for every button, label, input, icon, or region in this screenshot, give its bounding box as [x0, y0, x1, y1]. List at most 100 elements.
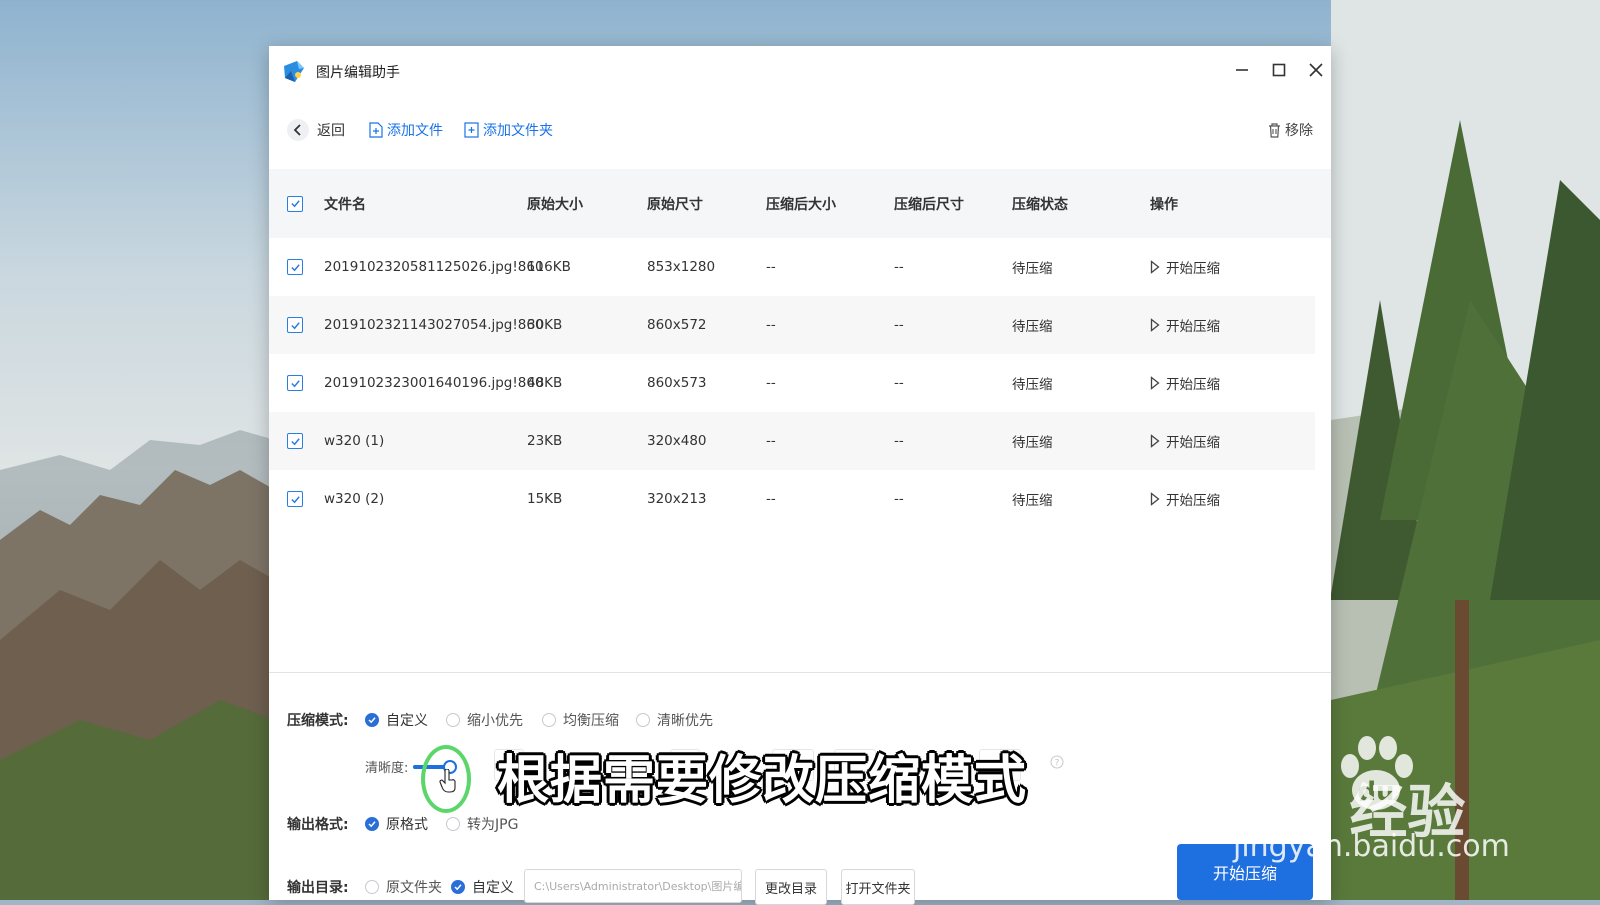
- original-size: 23KB: [527, 433, 563, 449]
- remove-button[interactable]: 移除: [1268, 112, 1313, 148]
- play-icon: [1150, 376, 1160, 390]
- file-name: 20191023211430270​54.jpg!860: [324, 317, 544, 333]
- maximize-icon: [1272, 63, 1286, 77]
- minimize-button[interactable]: [1230, 58, 1254, 82]
- action-label: 开始压缩: [1166, 261, 1220, 277]
- add-file-button[interactable]: 添加文件: [369, 112, 443, 148]
- file-name: 20191023205811250​26.jpg!860: [324, 259, 544, 275]
- mode-option-balanced[interactable]: 均衡压缩: [542, 710, 619, 730]
- start-compress-link[interactable]: 开始压缩: [1150, 412, 1220, 470]
- compressed-dim: --: [894, 491, 904, 507]
- original-dim: 320x213: [647, 491, 707, 507]
- original-size: 30KB: [527, 317, 563, 333]
- close-button[interactable]: [1304, 58, 1328, 82]
- hand-cursor-icon: [439, 769, 456, 793]
- compressed-size: --: [766, 259, 776, 275]
- table-row[interactable]: 20191023211430270​54.jpg!860 30KB 860x57…: [269, 296, 1315, 354]
- header-original-size: 原始大小: [527, 196, 583, 213]
- table-row[interactable]: 20191023205811250​26.jpg!860 116KB 853x1…: [269, 238, 1315, 296]
- header-original-dim: 原始尺寸: [647, 196, 703, 213]
- radio-unchecked-icon: [365, 880, 379, 894]
- start-compress-link[interactable]: 开始压缩: [1150, 470, 1220, 528]
- row-checkbox[interactable]: [287, 470, 303, 528]
- format-option-original[interactable]: 原格式: [365, 814, 428, 834]
- clarity-label: 清晰度:: [365, 761, 409, 776]
- format-option-jpg[interactable]: 转为JPG: [446, 814, 518, 834]
- action-label: 开始压缩: [1166, 319, 1220, 335]
- dir-option-custom[interactable]: 自定义: [451, 877, 514, 897]
- app-logo-icon: [284, 61, 304, 82]
- mode-option-clarity-first[interactable]: 清晰优先: [636, 710, 713, 730]
- dir-option-label: 自定义: [472, 880, 514, 896]
- table-row[interactable]: w320 (2) 15KB 320x213 -- -- 待压缩 开始压缩: [269, 470, 1315, 528]
- header-compressed-size: 压缩后大小: [766, 196, 836, 213]
- radio-unchecked-icon: [636, 713, 650, 727]
- start-compress-link[interactable]: 开始压缩: [1150, 354, 1220, 412]
- add-folder-label: 添加文件夹: [483, 123, 553, 139]
- dir-option-source[interactable]: 原文件夹: [365, 877, 442, 897]
- radio-unchecked-icon: [446, 713, 460, 727]
- checkbox-checked-icon: [287, 375, 303, 391]
- checkbox-checked-icon: [287, 491, 303, 507]
- table-row[interactable]: 20191023230016401​96.jpg!860 48KB 860x57…: [269, 354, 1315, 412]
- compressed-dim: --: [894, 259, 904, 275]
- row-checkbox[interactable]: [287, 412, 303, 470]
- status: 待压缩: [1012, 493, 1053, 509]
- status: 待压缩: [1012, 377, 1053, 393]
- add-file-icon: [369, 122, 383, 138]
- action-label: 开始压缩: [1166, 493, 1220, 509]
- start-compress-link[interactable]: 开始压缩: [1150, 238, 1220, 296]
- play-icon: [1150, 434, 1160, 448]
- compressed-size: --: [766, 433, 776, 449]
- radio-unchecked-icon: [542, 713, 556, 727]
- compressed-dim: --: [894, 433, 904, 449]
- maximize-button[interactable]: [1267, 58, 1291, 82]
- original-size: 116KB: [527, 259, 571, 275]
- compressed-size: --: [766, 317, 776, 333]
- remove-label: 移除: [1285, 123, 1313, 139]
- row-checkbox[interactable]: [287, 238, 303, 296]
- chevron-left-icon: [287, 119, 309, 141]
- row-checkbox[interactable]: [287, 354, 303, 412]
- format-option-label: 原格式: [386, 817, 428, 833]
- mode-option-label: 清晰优先: [657, 713, 713, 729]
- dir-option-label: 原文件夹: [386, 880, 442, 896]
- mode-option-label: 自定义: [386, 713, 428, 729]
- mode-option-label: 缩小优先: [467, 713, 523, 729]
- mode-option-small-first[interactable]: 缩小优先: [446, 710, 523, 730]
- checkbox-checked-icon: [287, 259, 303, 275]
- output-path-field[interactable]: C:\Users\Administrator\Desktop\图片编辑: [524, 869, 742, 903]
- play-icon: [1150, 318, 1160, 332]
- original-dim: 860x573: [647, 375, 707, 391]
- radio-unchecked-icon: [446, 817, 460, 831]
- compressed-size: --: [766, 375, 776, 391]
- checkbox-checked-icon: [287, 317, 303, 333]
- header-action: 操作: [1150, 196, 1178, 213]
- compressed-dim: --: [894, 375, 904, 391]
- status: 待压缩: [1012, 435, 1053, 451]
- help-icon[interactable]: ?: [1050, 755, 1064, 769]
- format-option-label: 转为JPG: [467, 817, 519, 833]
- checkbox-checked-icon: [287, 195, 303, 212]
- add-folder-icon: [464, 122, 479, 138]
- table-row[interactable]: w320 (1) 23KB 320x480 -- -- 待压缩 开始压缩: [269, 412, 1315, 470]
- row-checkbox[interactable]: [287, 296, 303, 354]
- mode-option-custom[interactable]: 自定义: [365, 710, 428, 730]
- video-subtitle: 根据需要修改压缩模式: [497, 751, 1028, 811]
- mode-option-label: 均衡压缩: [563, 713, 619, 729]
- select-all-checkbox[interactable]: [287, 169, 303, 238]
- format-label: 输出格式:: [287, 817, 349, 833]
- baidu-url-watermark: jingyan.baidu.com: [1233, 829, 1510, 864]
- minimize-icon: [1236, 69, 1248, 71]
- add-folder-button[interactable]: 添加文件夹: [464, 112, 553, 148]
- status: 待压缩: [1012, 319, 1053, 335]
- header-compressed-dim: 压缩后尺寸: [894, 196, 964, 213]
- toolbar: 返回 添加文件 添加文件夹 移除: [269, 112, 1331, 148]
- app-title: 图片编辑助手: [316, 65, 400, 81]
- svg-text:?: ?: [1055, 759, 1060, 769]
- back-button[interactable]: 返回: [287, 112, 345, 148]
- back-label: 返回: [317, 123, 345, 139]
- start-compress-link[interactable]: 开始压缩: [1150, 296, 1220, 354]
- header-status: 压缩状态: [1012, 196, 1068, 213]
- status: 待压缩: [1012, 261, 1053, 277]
